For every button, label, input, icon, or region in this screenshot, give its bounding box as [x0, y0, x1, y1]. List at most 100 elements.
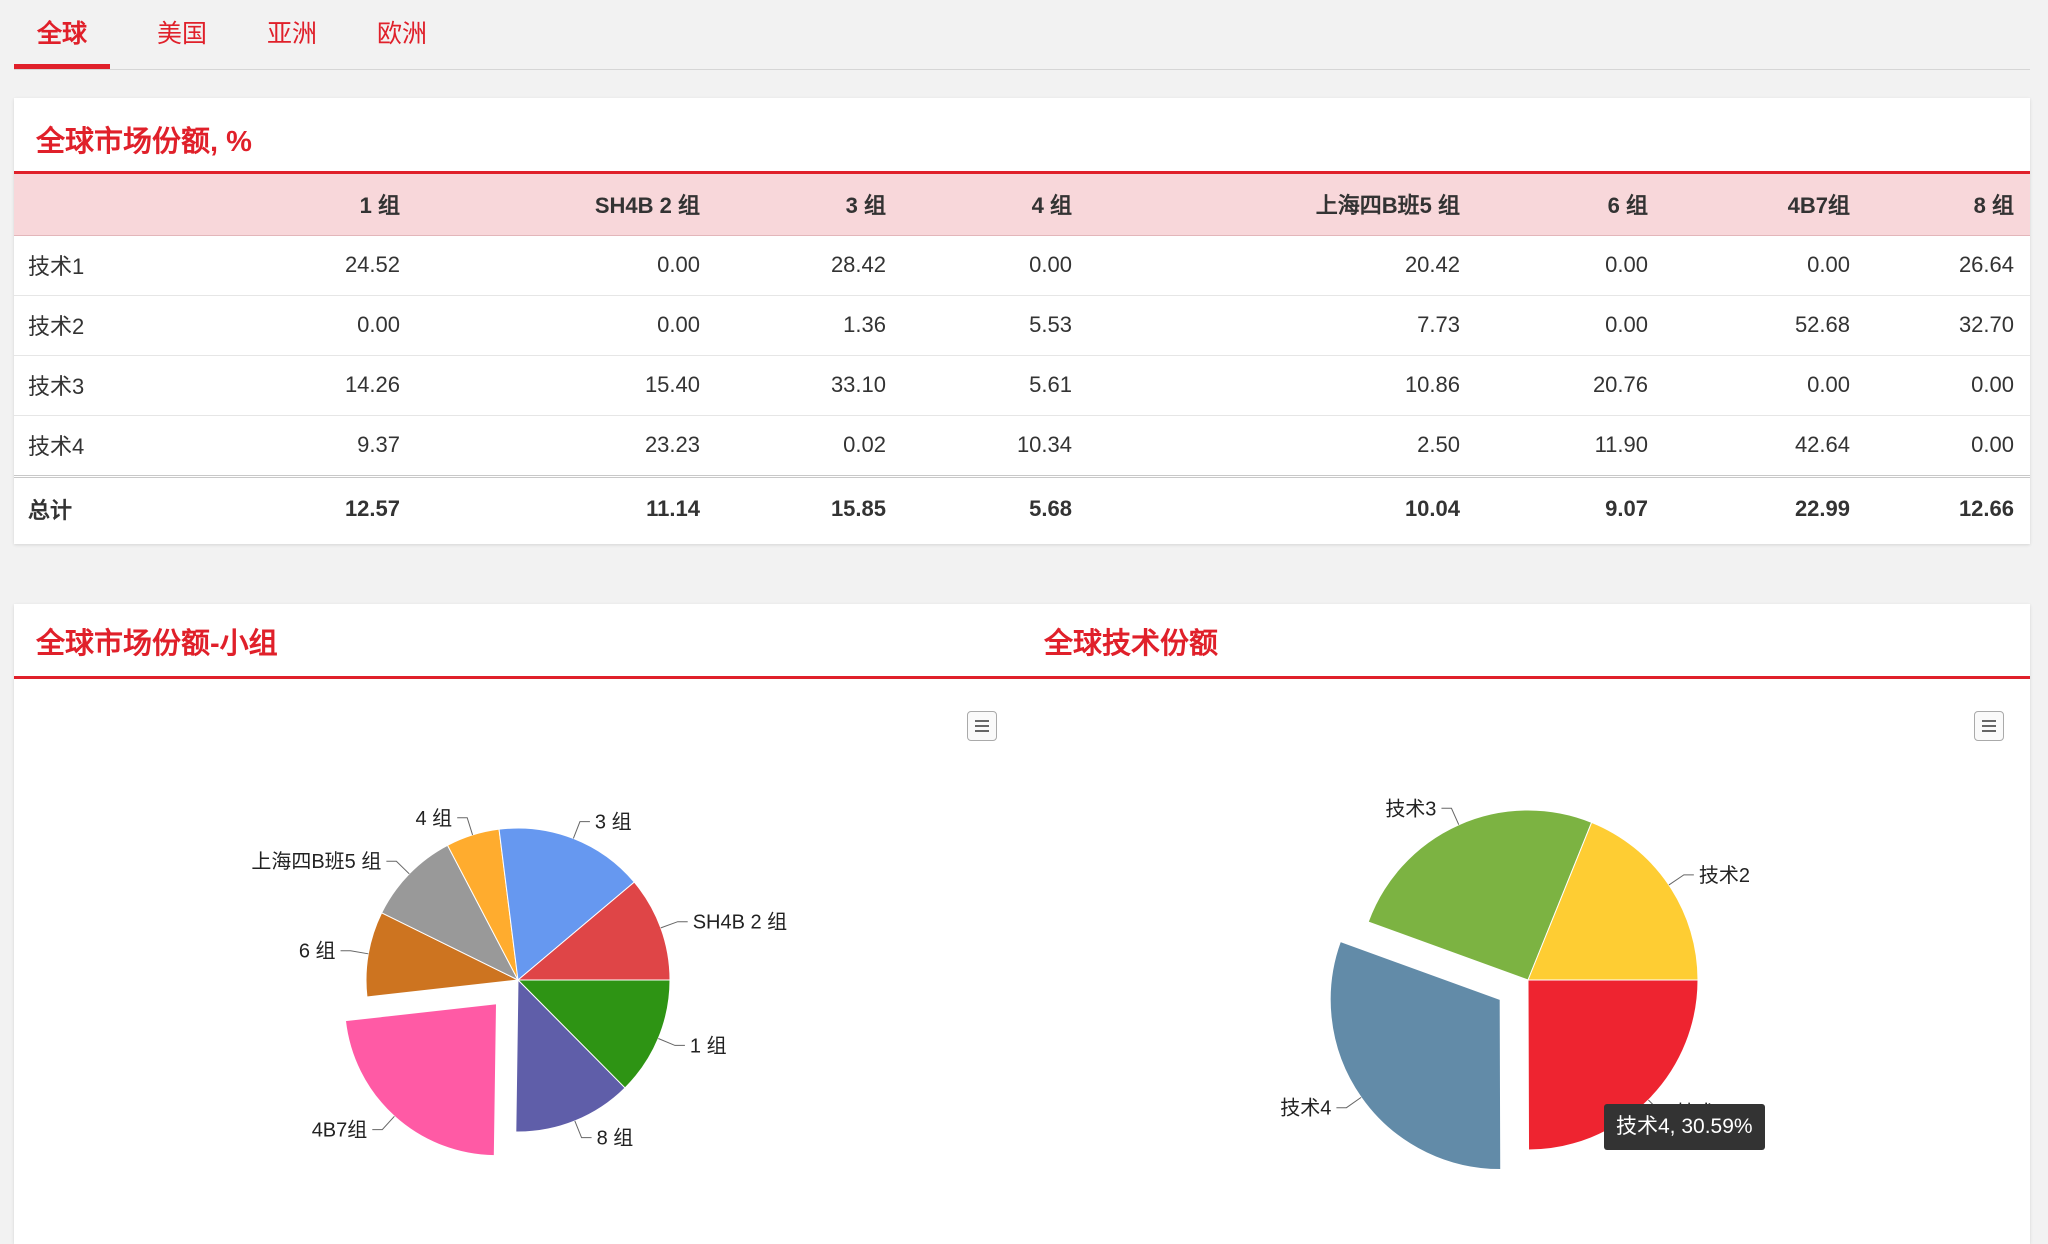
tab-europe[interactable]: 欧洲 [354, 0, 450, 69]
menu-line [1982, 720, 1996, 722]
slice-label: 技术2 [1699, 864, 1750, 887]
total-cell: 12.66 [1866, 474, 2030, 540]
table-cell: 7.73 [1088, 295, 1476, 356]
column-header: 6 组 [1476, 174, 1664, 236]
total-cell: 9.07 [1476, 474, 1664, 540]
chart-tooltip: 技术4, 30.59% [1604, 1104, 1765, 1150]
tab-usa[interactable]: 美国 [134, 0, 230, 69]
total-cell: 5.68 [902, 474, 1088, 540]
table-cell: 32.70 [1866, 295, 2030, 356]
table-cell: 2.50 [1088, 415, 1476, 477]
slice-label: 技术4 [1280, 1097, 1331, 1120]
table-cell: 0.00 [1866, 355, 2030, 416]
table-cell: 26.64 [1866, 235, 2030, 296]
slice-label: 1 组 [690, 1034, 727, 1057]
group-share-chart-title: 全球市场份额-小组 [36, 628, 278, 660]
table-row: 技术4 9.37 23.23 0.02 10.34 2.50 11.90 42.… [14, 415, 2030, 477]
table-cell: 15.40 [416, 355, 716, 416]
slice-connector [1668, 874, 1694, 886]
slice-connector [1336, 1096, 1362, 1109]
menu-line [975, 730, 989, 732]
table-cell: 0.00 [416, 235, 716, 296]
row-label: 总计 [14, 474, 154, 540]
table-cell: 28.42 [716, 235, 902, 296]
table-cell: 0.00 [1664, 355, 1866, 416]
table-cell: 5.61 [902, 355, 1088, 416]
table-cell: 1.36 [716, 295, 902, 356]
table-cell: 0.02 [716, 415, 902, 477]
total-row: 总计 12.57 11.14 15.85 5.68 10.04 9.07 22.… [14, 474, 2030, 540]
slice-connector [372, 1115, 395, 1131]
total-cell: 22.99 [1664, 474, 1866, 540]
chart-menu-button[interactable] [967, 711, 997, 741]
total-cell: 11.14 [416, 474, 716, 540]
table-cell: 5.53 [902, 295, 1088, 356]
table-cell: 0.00 [1476, 295, 1664, 356]
column-header: 4 组 [902, 174, 1088, 236]
tech-share-chart-title: 全球技术份额 [1044, 628, 1219, 660]
pie-slice[interactable] [1329, 940, 1502, 1171]
table-cell: 23.23 [416, 415, 716, 477]
slice-label: 8 组 [597, 1127, 634, 1150]
table-cell: 9.37 [154, 415, 416, 477]
slice-connector [457, 817, 474, 836]
table-cell: 0.00 [1664, 235, 1866, 296]
table-row: 技术1 24.52 0.00 28.42 0.00 20.42 0.00 0.0… [14, 235, 2030, 296]
region-tabs: 全球 美国 亚洲 欧洲 [14, 0, 2030, 70]
table-cell: 52.68 [1664, 295, 1866, 356]
slice-connector [1441, 807, 1460, 825]
tech-share-pie-chart: 技术1技术4技术3技术2 [1280, 797, 1750, 1171]
table-cell: 11.90 [1476, 415, 1664, 477]
total-cell: 12.57 [154, 474, 416, 540]
chart-menu-button[interactable] [1974, 711, 2004, 741]
table-cell: 0.00 [902, 235, 1088, 296]
slice-connector [340, 950, 369, 955]
table-cell: 0.00 [416, 295, 716, 356]
title-underline [14, 676, 2030, 679]
column-header [14, 174, 154, 236]
slice-label: 6 组 [299, 940, 336, 963]
slice-connector [660, 921, 688, 929]
column-header: 上海四B班5 组 [1088, 174, 1476, 236]
column-header: 1 组 [154, 174, 416, 236]
slice-label: 上海四B班5 组 [251, 850, 381, 873]
total-cell: 15.85 [716, 474, 902, 540]
tab-asia[interactable]: 亚洲 [244, 0, 340, 69]
slice-label: SH4B 2 组 [693, 911, 787, 934]
table-row: 技术2 0.00 0.00 1.36 5.53 7.73 0.00 52.68 … [14, 295, 2030, 356]
table-header-row: 1 组 SH4B 2 组 3 组 4 组 上海四B班5 组 6 组 4B7组 8… [14, 174, 2030, 236]
column-header: 3 组 [716, 174, 902, 236]
row-label: 技术2 [14, 295, 154, 356]
slice-connector [386, 860, 410, 875]
slice-connector [574, 1120, 592, 1139]
column-header: 8 组 [1866, 174, 2030, 236]
slice-label: 3 组 [595, 811, 632, 834]
slice-label: 4 组 [416, 807, 453, 830]
table-cell: 10.34 [902, 415, 1088, 477]
table-cell: 0.00 [154, 295, 416, 356]
row-label: 技术1 [14, 235, 154, 296]
column-header: 4B7组 [1664, 174, 1866, 236]
menu-line [1982, 730, 1996, 732]
column-header: SH4B 2 组 [416, 174, 716, 236]
slice-connector [658, 1038, 685, 1046]
tab-global[interactable]: 全球 [14, 0, 110, 69]
slice-label: 技术3 [1385, 797, 1436, 820]
menu-line [975, 720, 989, 722]
table-row: 技术3 14.26 15.40 33.10 5.61 10.86 20.76 0… [14, 355, 2030, 416]
table-cell: 24.52 [154, 235, 416, 296]
group-share-pie-chart: 1 组 8 组 4B7组 6 组 上海四B班5 组 4 组 3 组 SH4B 2 组 [251, 807, 787, 1157]
market-share-table-card: 全球市场份额, % 1 组 SH4B 2 组 3 组 4 组 上海四B班5 组 … [14, 98, 2030, 544]
table-cell: 42.64 [1664, 415, 1866, 477]
table-title: 全球市场份额, % [36, 126, 252, 158]
pie-slice[interactable] [344, 1003, 498, 1157]
slice-label: 4B7组 [312, 1119, 368, 1142]
row-label: 技术3 [14, 355, 154, 416]
menu-line [975, 725, 989, 727]
table-cell: 20.42 [1088, 235, 1476, 296]
table-cell: 33.10 [716, 355, 902, 416]
table-cell: 0.00 [1476, 235, 1664, 296]
row-label: 技术4 [14, 415, 154, 477]
menu-line [1982, 725, 1996, 727]
total-cell: 10.04 [1088, 474, 1476, 540]
